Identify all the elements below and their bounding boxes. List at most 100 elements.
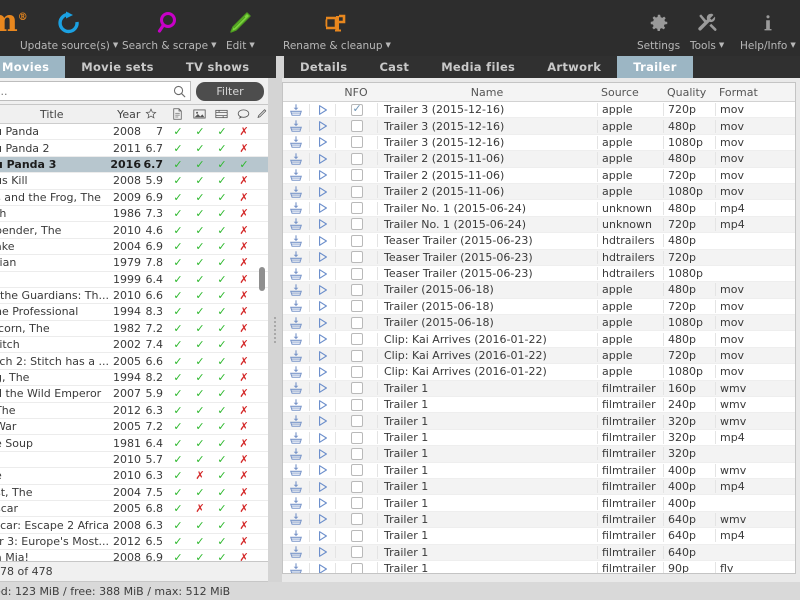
table-row[interactable]: Clip: Kai Arrives (2016-01-22) apple 1080p… [283, 364, 795, 381]
table-row[interactable]: Trailer (2015-06-18) apple 720p mov [283, 299, 795, 316]
table-row[interactable]: th 1986 7.3 ✓ ✓ ✓ ✗ [0, 206, 268, 223]
nfo-checkbox[interactable] [335, 497, 377, 510]
play-icon[interactable] [309, 234, 335, 247]
nfo-checkbox[interactable] [335, 513, 377, 526]
table-row[interactable]: bender, The 2010 4.6 ✓ ✓ ✓ ✗ [0, 222, 268, 239]
column-header-source[interactable]: Source [597, 86, 663, 99]
table-row[interactable]: Trailer (2015-06-18) apple 1080p mov [283, 315, 795, 332]
table-row[interactable]: u Panda 2 2011 6.7 ✓ ✓ ✓ ✗ [0, 140, 268, 157]
download-icon[interactable] [283, 545, 309, 559]
download-icon[interactable] [283, 512, 309, 526]
nfo-checkbox[interactable] [335, 300, 377, 313]
column-header-format[interactable]: Format [715, 86, 795, 99]
tab-movie-sets[interactable]: Movie sets [65, 56, 170, 78]
play-icon[interactable] [309, 382, 335, 395]
table-row[interactable]: s and the Frog, The 2009 6.9 ✓ ✓ ✓ ✗ [0, 190, 268, 206]
play-icon[interactable] [309, 300, 335, 313]
table-row[interactable]: Trailer No. 1 (2015-06-24) unknown 720p mp4 [283, 216, 795, 234]
nfo-checkbox[interactable] [335, 283, 377, 296]
download-icon[interactable] [283, 529, 309, 543]
table-row[interactable]: Trailer 1 filmtrailer 320p mp4 [283, 430, 795, 447]
nfo-checkbox[interactable] [335, 365, 377, 378]
play-icon[interactable] [309, 185, 335, 198]
nfo-checkbox[interactable] [335, 415, 377, 428]
play-icon[interactable] [309, 513, 335, 526]
download-icon[interactable] [283, 299, 309, 313]
download-icon[interactable] [283, 201, 309, 215]
toolbar-button-rename-cleanup[interactable]: Rename & cleanup ▼ [283, 4, 391, 52]
nfo-checkbox[interactable] [335, 251, 377, 264]
table-row[interactable]: g, The 1994 8.2 ✓ ✓ ✓ ✗ [0, 370, 268, 387]
download-icon[interactable] [283, 447, 309, 461]
table-row[interactable]: Trailer 2 (2015-11-06) apple 720p mov [283, 168, 795, 184]
nfo-checkbox[interactable] [335, 546, 377, 559]
table-row[interactable]: icorn, The 1982 7.2 ✓ ✓ ✓ ✗ [0, 321, 268, 338]
table-row[interactable]: a Mia! 2008 6.9 ✓ ✓ ✓ ✗ [0, 550, 268, 561]
tab-trailer[interactable]: Trailer [617, 56, 693, 78]
column-header-title[interactable]: Title [0, 105, 109, 123]
search-field-wrapper[interactable] [0, 81, 191, 101]
table-row[interactable]: Trailer 1 filmtrailer 400p [283, 495, 795, 512]
table-row[interactable]: Trailer 1 filmtrailer 160p wmv [283, 380, 795, 398]
download-icon[interactable] [283, 103, 309, 117]
nfo-checkbox[interactable] [335, 480, 377, 493]
nfo-checkbox[interactable] [335, 464, 377, 477]
column-header-nfo[interactable]: NFO [335, 86, 377, 99]
play-icon[interactable] [309, 464, 335, 477]
table-row[interactable]: Teaser Trailer (2015-06-23) hdtrailers 108… [283, 266, 795, 283]
nfo-checkbox[interactable] [335, 102, 377, 116]
toolbar-button-update-sources[interactable]: Update source(s) ▼ [20, 4, 118, 52]
play-icon[interactable] [309, 120, 335, 133]
table-row[interactable]: u Panda 3 2016 6.7 ✓ ✓ ✓ ✓ [0, 156, 268, 174]
tab-details[interactable]: Details [284, 56, 364, 78]
table-row[interactable]: Clip: Kai Arrives (2016-01-22) apple 480p m… [283, 331, 795, 348]
column-header-quality[interactable]: Quality [663, 86, 715, 99]
play-icon[interactable] [309, 546, 335, 559]
nfo-checkbox[interactable] [335, 267, 377, 280]
play-icon[interactable] [309, 562, 335, 573]
table-row[interactable]: Trailer 1 filmtrailer 320p wmv [283, 413, 795, 430]
play-icon[interactable] [309, 103, 335, 116]
nfo-checkbox[interactable] [335, 316, 377, 329]
play-icon[interactable] [309, 415, 335, 428]
tab-cast[interactable]: Cast [363, 56, 426, 78]
table-row[interactable]: Trailer 1 filmtrailer 90p flv [283, 561, 795, 573]
table-row[interactable]: e 2010 6.3 ✓ ✗ ✓ ✗ [0, 468, 268, 485]
download-icon[interactable] [283, 217, 309, 231]
search-icon[interactable] [173, 85, 190, 98]
nfo-checkbox[interactable] [335, 169, 377, 182]
table-row[interactable]: scar 3: Europe's Most... 2012 6.5 ✓ ✓ ✓ ✗ [0, 534, 268, 551]
download-icon[interactable] [283, 414, 309, 428]
toolbar-button-help-info[interactable]: Help/Info ▼ [740, 4, 796, 52]
download-icon[interactable] [283, 185, 309, 199]
play-icon[interactable] [309, 251, 335, 264]
nfo-checkbox[interactable] [335, 185, 377, 198]
download-icon[interactable] [283, 496, 309, 510]
tab-artwork[interactable]: Artwork [531, 56, 618, 78]
nfo-checkbox[interactable] [335, 349, 377, 362]
table-row[interactable]: rian 1979 7.8 ✓ ✓ ✓ ✗ [0, 255, 268, 272]
play-icon[interactable] [309, 349, 335, 362]
document-icon[interactable] [166, 105, 188, 123]
table-row[interactable]: Trailer 2 (2015-11-06) apple 1080p mov [283, 183, 795, 201]
table-row[interactable]: Trailer 3 (2015-12-16) apple 1080p mov [283, 135, 795, 152]
download-icon[interactable] [283, 431, 309, 445]
table-row[interactable]: Trailer 1 filmtrailer 400p wmv [283, 463, 795, 479]
download-icon[interactable] [283, 283, 309, 297]
table-row[interactable]: Trailer (2015-06-18) apple 480p mov [283, 282, 795, 299]
download-icon[interactable] [283, 562, 309, 573]
table-row[interactable]: he Professional 1994 8.3 ✓ ✓ ✓ ✗ [0, 304, 268, 321]
panel-splitter[interactable] [268, 78, 282, 582]
play-icon[interactable] [309, 202, 335, 215]
search-input[interactable] [0, 84, 173, 98]
play-icon[interactable] [309, 218, 335, 231]
table-row[interactable]: 1999 6.4 ✓ ✓ ✓ ✗ [0, 272, 268, 288]
table-row[interactable]: Trailer 2 (2015-11-06) apple 480p mov [283, 151, 795, 168]
tab-movies[interactable]: Movies [0, 56, 66, 78]
table-row[interactable]: d the Wild Emperor 2007 5.9 ✓ ✓ ✓ ✗ [0, 386, 268, 403]
nfo-checkbox[interactable] [335, 234, 377, 247]
table-row[interactable]: titch 2: Stitch has a ... 2005 6.6 ✓ ✓ ✓ ✗ [0, 353, 268, 370]
table-row[interactable]: st, The 2004 7.5 ✓ ✓ ✓ ✗ [0, 485, 268, 501]
nfo-checkbox[interactable] [335, 218, 377, 231]
download-icon[interactable] [283, 250, 309, 264]
